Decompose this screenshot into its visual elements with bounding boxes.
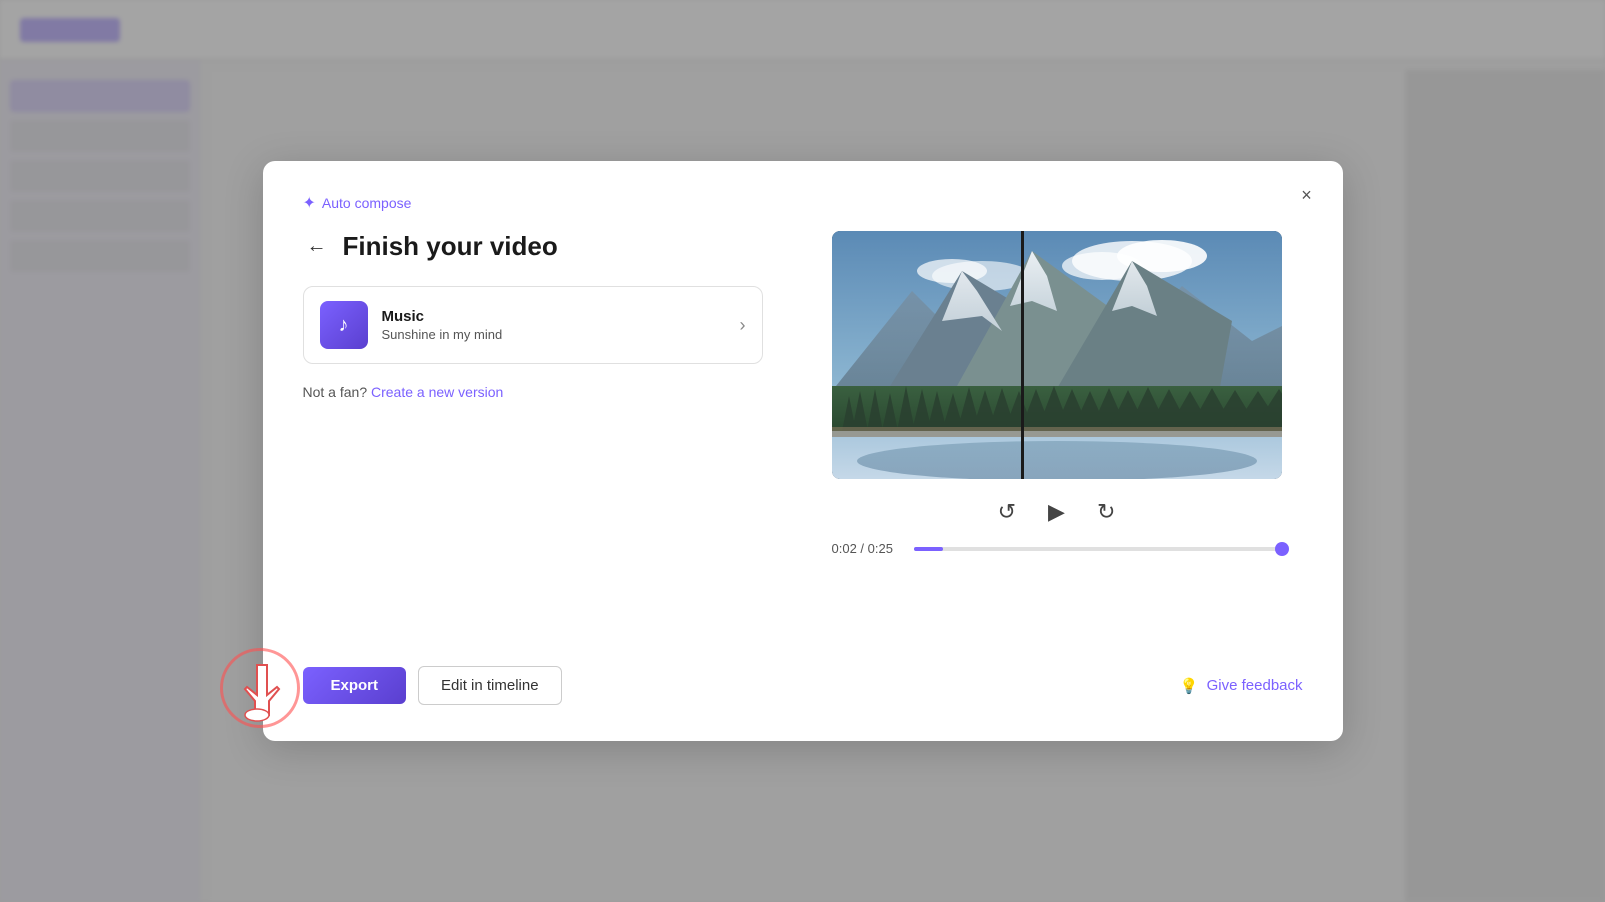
modal-body: ← Finish your video ♪ Music Sunshine in … (303, 231, 1303, 634)
title-row: ← Finish your video (303, 231, 763, 262)
fast-forward-icon: ↻ (1097, 499, 1115, 525)
music-note-icon: ♪ (339, 314, 349, 337)
back-button[interactable]: ← (303, 231, 331, 262)
auto-compose-icon: ✦ (303, 193, 316, 213)
auto-compose-badge: ✦ Auto compose (303, 193, 1303, 213)
finish-video-modal: × ✦ Auto compose ← Finish your video ♪ (263, 161, 1343, 741)
progress-row: 0:02 / 0:25 (832, 541, 1282, 556)
rewind-button[interactable]: ↺ (994, 495, 1020, 529)
video-preview (832, 231, 1282, 479)
music-icon-box: ♪ (320, 301, 368, 349)
auto-compose-label: Auto compose (322, 195, 412, 211)
video-controls: ↺ ▶ ↻ (994, 495, 1120, 529)
edit-timeline-button[interactable]: Edit in timeline (418, 666, 562, 705)
lightbulb-icon: 💡 (1180, 677, 1199, 695)
music-card[interactable]: ♪ Music Sunshine in my mind › (303, 286, 763, 364)
video-mountain (832, 231, 1282, 479)
progress-thumb (1275, 542, 1289, 556)
right-panel: ↺ ▶ ↻ 0:02 / 0:25 (811, 231, 1303, 634)
mountain-scene-svg (832, 231, 1282, 479)
progress-fill (914, 547, 943, 551)
rewind-icon: ↺ (998, 499, 1016, 525)
music-subtitle: Sunshine in my mind (382, 327, 503, 342)
music-title: Music (382, 308, 503, 325)
music-info: Music Sunshine in my mind (382, 308, 503, 342)
close-button[interactable]: × (1291, 179, 1323, 211)
play-icon: ▶ (1048, 499, 1065, 525)
scrubber-line (1021, 231, 1024, 479)
bottom-left-actions: Export Edit in timeline (303, 666, 562, 705)
export-button[interactable]: Export (303, 667, 407, 704)
give-feedback-button[interactable]: 💡 Give feedback (1180, 677, 1303, 695)
left-panel: ← Finish your video ♪ Music Sunshine in … (303, 231, 763, 634)
play-button[interactable]: ▶ (1044, 495, 1069, 529)
modal-title: Finish your video (343, 231, 558, 262)
create-new-version-link[interactable]: Create a new version (371, 384, 503, 400)
progress-track[interactable] (914, 547, 1282, 551)
not-a-fan-text: Not a fan? Create a new version (303, 384, 763, 400)
give-feedback-label: Give feedback (1207, 677, 1303, 694)
music-card-left: ♪ Music Sunshine in my mind (320, 301, 503, 349)
modal-bottom: Export Edit in timeline 💡 Give feedback (303, 666, 1303, 705)
fast-forward-button[interactable]: ↻ (1093, 495, 1119, 529)
time-display: 0:02 / 0:25 (832, 541, 902, 556)
modal-overlay: × ✦ Auto compose ← Finish your video ♪ (0, 0, 1605, 902)
music-chevron-icon: › (740, 315, 746, 336)
